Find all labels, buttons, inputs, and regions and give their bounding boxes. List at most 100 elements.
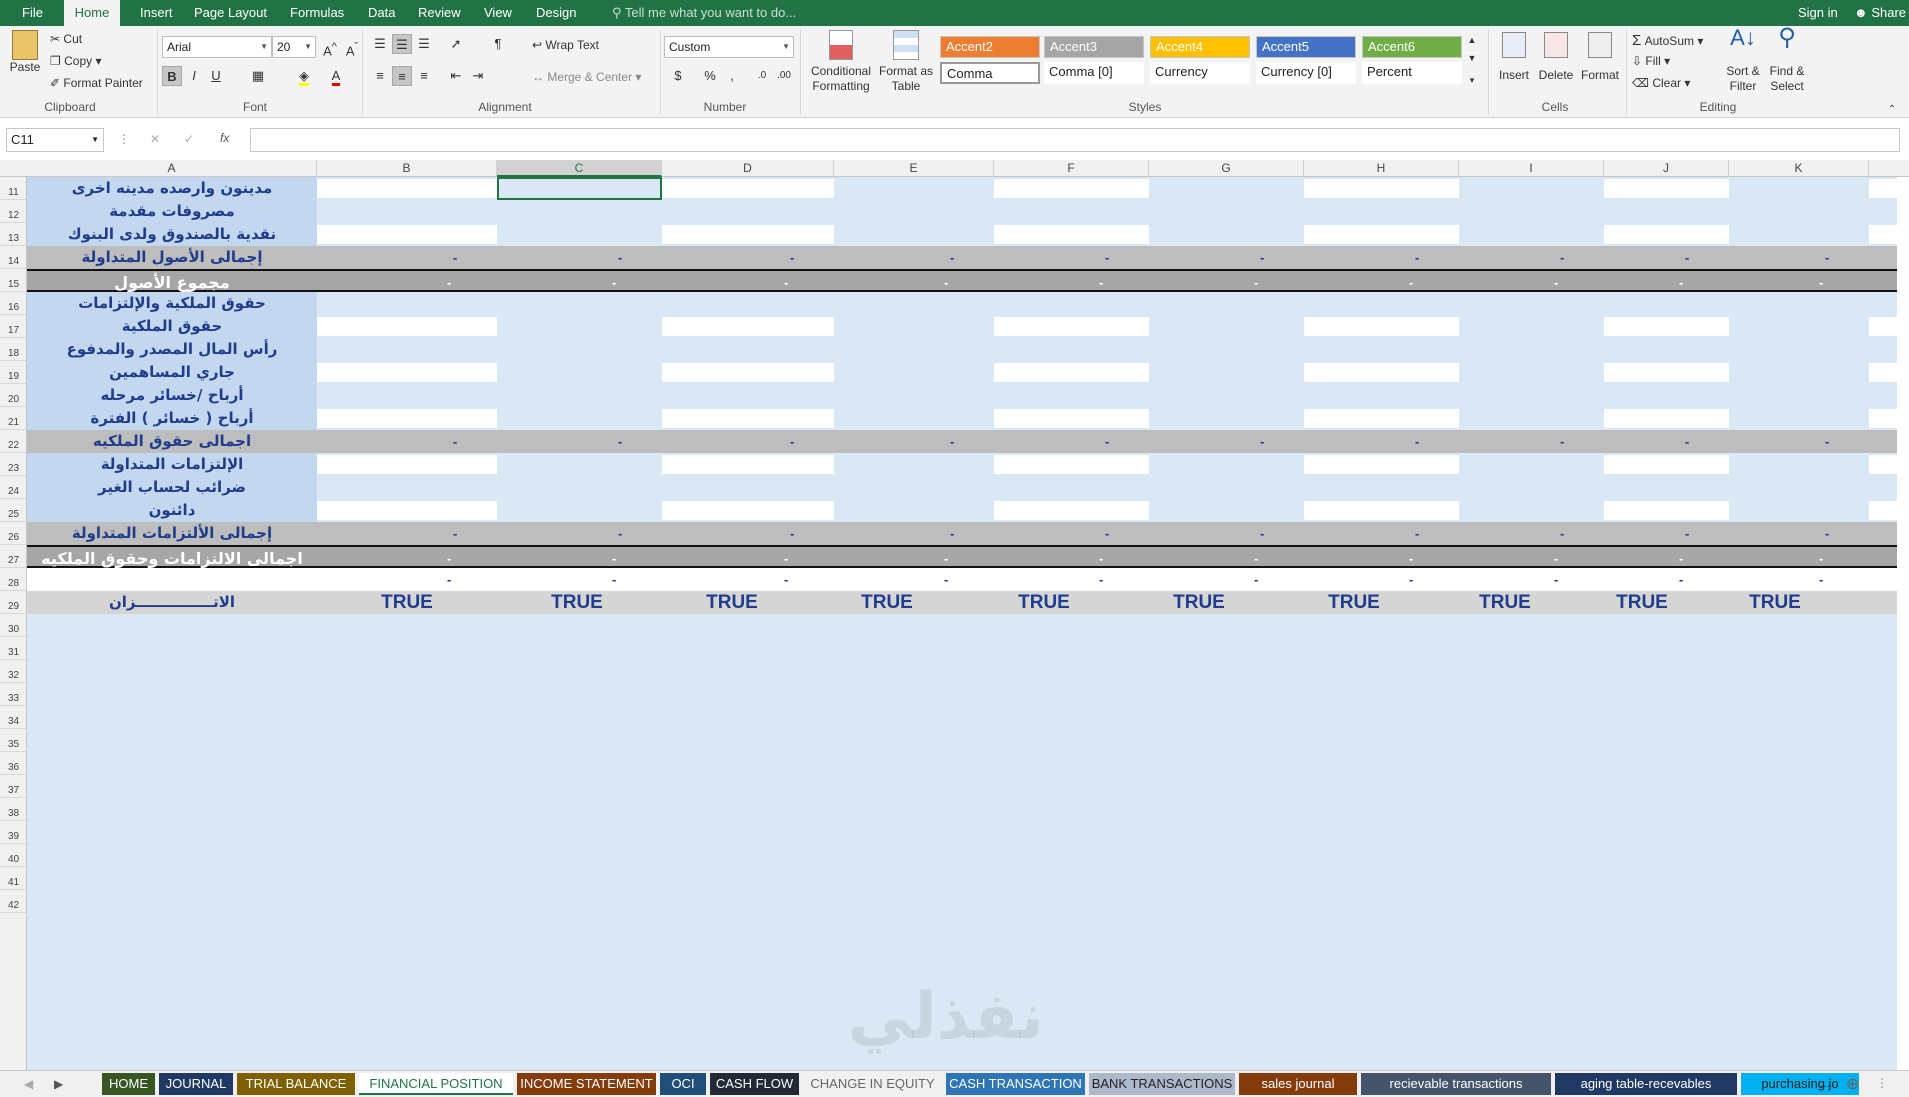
value-dash[interactable]: -: [1099, 551, 1103, 566]
prev-sheet-icon[interactable]: ◀: [24, 1077, 33, 1091]
style-accent2[interactable]: Accent2: [940, 36, 1040, 58]
value-dash[interactable]: -: [1415, 434, 1419, 449]
more-icon[interactable]: ⋮: [118, 132, 130, 146]
row-header-26[interactable]: 26: [0, 522, 26, 545]
value-cell[interactable]: [994, 455, 1149, 474]
row-header-31[interactable]: 31: [0, 637, 26, 660]
value-cell[interactable]: [1869, 363, 1897, 382]
column-header-d[interactable]: D: [662, 160, 834, 177]
value-cell[interactable]: [994, 501, 1149, 520]
value-dash[interactable]: -: [1560, 250, 1564, 265]
sheet-tab-bank-transactions[interactable]: BANK TRANSACTIONS: [1089, 1073, 1235, 1095]
value-dash[interactable]: -: [784, 275, 788, 290]
value-dash[interactable]: -: [1260, 434, 1264, 449]
align-right-icon[interactable]: ≡: [414, 66, 434, 86]
row-header-23[interactable]: 23: [0, 453, 26, 476]
value-dash[interactable]: -: [612, 275, 616, 290]
value-cell[interactable]: [1304, 317, 1459, 336]
value-cell[interactable]: [1869, 501, 1897, 520]
value-dash[interactable]: -: [618, 434, 622, 449]
value-cell[interactable]: [1604, 455, 1729, 474]
style-accent3[interactable]: Accent3: [1044, 36, 1144, 58]
grow-font-icon[interactable]: A^: [320, 37, 340, 58]
increase-indent-icon[interactable]: ⇥: [468, 66, 488, 86]
row-header-11[interactable]: 11: [0, 177, 26, 200]
fill-button[interactable]: ⇩ Fill ▾: [1632, 54, 1670, 68]
row-header-41[interactable]: 41: [0, 867, 26, 890]
row-header-27[interactable]: 27: [0, 545, 26, 568]
column-header-h[interactable]: H: [1304, 160, 1459, 177]
tab-page-layout[interactable]: Page Layout: [186, 0, 275, 26]
balance-check-value[interactable]: TRUE: [672, 591, 792, 614]
value-dash[interactable]: -: [1415, 526, 1419, 541]
value-dash[interactable]: -: [784, 572, 788, 587]
value-cell[interactable]: [662, 225, 834, 244]
row-header-15[interactable]: 15: [0, 269, 26, 292]
value-dash[interactable]: -: [618, 526, 622, 541]
style-accent6[interactable]: Accent6: [1362, 36, 1462, 58]
value-cell[interactable]: [317, 225, 497, 244]
value-dash[interactable]: -: [950, 526, 954, 541]
row-header-14[interactable]: 14: [0, 246, 26, 269]
value-dash[interactable]: -: [1105, 526, 1109, 541]
sheet-tab-trial-balance[interactable]: TRIAL BALANCE: [237, 1073, 355, 1095]
sheet-tab-financial-position[interactable]: FINANCIAL POSITION: [359, 1073, 513, 1095]
value-cell[interactable]: [317, 409, 497, 428]
autosum-button[interactable]: Σ AutoSum ▾: [1632, 32, 1703, 49]
value-cell[interactable]: [994, 225, 1149, 244]
row-header-16[interactable]: 16: [0, 292, 26, 315]
value-dash[interactable]: -: [1819, 551, 1823, 566]
sheet-tab-journal[interactable]: JOURNAL: [159, 1073, 233, 1095]
column-header-e[interactable]: E: [834, 160, 994, 177]
clear-button[interactable]: ⌫ Clear ▾: [1632, 76, 1690, 90]
align-top-icon[interactable]: ☰: [370, 34, 390, 54]
row-header-12[interactable]: 12: [0, 200, 26, 223]
value-dash[interactable]: -: [1254, 572, 1258, 587]
value-cell[interactable]: [994, 363, 1149, 382]
font-color-icon[interactable]: A: [326, 66, 346, 86]
row-header-17[interactable]: 17: [0, 315, 26, 338]
value-cell[interactable]: [1604, 501, 1729, 520]
balance-check-value[interactable]: TRUE: [1582, 591, 1702, 614]
value-cell[interactable]: [662, 179, 834, 198]
value-dash[interactable]: -: [1099, 275, 1103, 290]
value-cell[interactable]: [994, 179, 1149, 198]
row-header-25[interactable]: 25: [0, 499, 26, 522]
styles-scroll-up-icon[interactable]: ▲: [1462, 30, 1482, 50]
comma-style-icon[interactable]: ,: [722, 66, 742, 86]
row-header-20[interactable]: 20: [0, 384, 26, 407]
row-header-28[interactable]: 28: [0, 568, 26, 591]
balance-check-value[interactable]: TRUE: [1139, 591, 1259, 614]
value-dash[interactable]: -: [1685, 250, 1689, 265]
value-dash[interactable]: -: [1685, 526, 1689, 541]
row-header-36[interactable]: 36: [0, 752, 26, 775]
value-cell[interactable]: [317, 363, 497, 382]
tab-data[interactable]: Data: [360, 0, 403, 26]
sheet-tab-aging-table-recevables[interactable]: aging table-recevables: [1555, 1073, 1737, 1095]
value-dash[interactable]: -: [1260, 526, 1264, 541]
borders-icon[interactable]: ▦: [248, 66, 268, 86]
sheet-tab-recievable-transactions[interactable]: recievable transactions: [1361, 1073, 1551, 1095]
cancel-icon[interactable]: ✕: [150, 132, 160, 146]
value-dash[interactable]: -: [1099, 572, 1103, 587]
value-dash[interactable]: -: [1819, 275, 1823, 290]
row-header-18[interactable]: 18: [0, 338, 26, 361]
row-header-32[interactable]: 32: [0, 660, 26, 683]
balance-check-value[interactable]: TRUE: [1445, 591, 1565, 614]
shrink-font-icon[interactable]: Aˇ: [342, 37, 362, 58]
value-cell[interactable]: [1604, 363, 1729, 382]
column-header-i[interactable]: I: [1459, 160, 1604, 177]
row-header-29[interactable]: 29: [0, 591, 26, 614]
tab-formulas[interactable]: Formulas: [282, 0, 352, 26]
paste-button[interactable]: Paste: [8, 30, 42, 75]
value-dash[interactable]: -: [784, 551, 788, 566]
decrease-indent-icon[interactable]: ⇤: [446, 66, 466, 86]
value-cell[interactable]: [994, 409, 1149, 428]
tab-file[interactable]: File: [14, 0, 51, 26]
align-bottom-icon[interactable]: ☰: [414, 34, 434, 54]
row-header-40[interactable]: 40: [0, 844, 26, 867]
value-dash[interactable]: -: [1825, 434, 1829, 449]
value-cell[interactable]: [662, 317, 834, 336]
value-dash[interactable]: -: [612, 551, 616, 566]
column-header-g[interactable]: G: [1149, 160, 1304, 177]
